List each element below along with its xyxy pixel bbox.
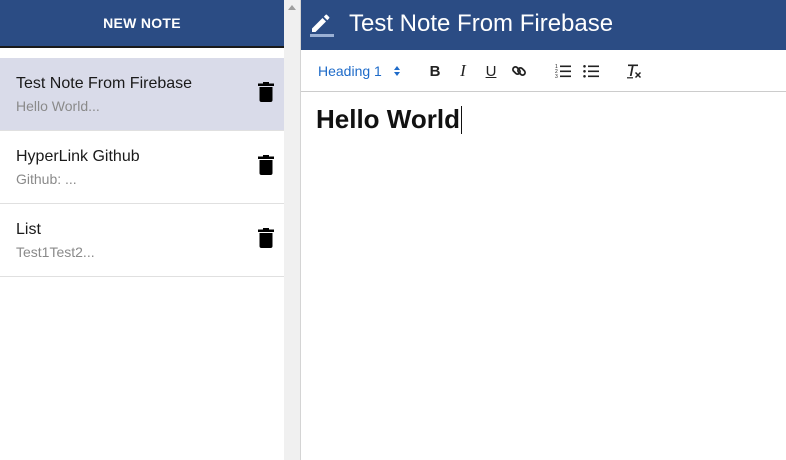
note-preview: Github: ... (16, 171, 77, 187)
note-title: List (16, 221, 41, 238)
underline-button[interactable]: U (482, 62, 500, 80)
bullet-list-icon (583, 65, 599, 78)
note-title: Test Note From Firebase (16, 75, 193, 92)
underline-icon: U (485, 62, 497, 80)
link-icon (512, 66, 526, 76)
scroll-up-arrow-icon[interactable] (288, 5, 296, 10)
sidebar: NEW NOTE Test Note From Firebase Hello W… (0, 0, 284, 460)
new-note-button[interactable]: NEW NOTE (0, 0, 284, 48)
heading-select[interactable]: Heading 1 (318, 63, 382, 79)
link-button[interactable] (510, 62, 528, 80)
heading-select-value: Heading 1 (318, 63, 382, 79)
ordered-list-icon: 1 2 3 (555, 64, 571, 79)
editor-content[interactable]: Hello World (316, 104, 776, 444)
ordered-list-button[interactable]: 1 2 3 (554, 62, 572, 80)
note-preview: Hello World... (16, 98, 100, 114)
bold-icon: B (429, 62, 441, 80)
note-list-item[interactable]: List Test1Test2... (0, 204, 284, 277)
note-list-item[interactable]: HyperLink Github Github: ... (0, 131, 284, 204)
note-title: HyperLink Github (16, 148, 140, 165)
editor-toolbar: Heading 1 B I U 1 2 3 (301, 50, 786, 92)
bullet-list-button[interactable] (582, 62, 600, 80)
note-preview: Test1Test2... (16, 244, 95, 260)
note-title-input[interactable] (349, 8, 769, 40)
trash-icon[interactable] (258, 82, 274, 102)
notes-app: NEW NOTE Test Note From Firebase Hello W… (0, 0, 786, 460)
trash-icon[interactable] (258, 155, 274, 175)
select-arrows-icon[interactable] (393, 65, 401, 77)
note-list: Test Note From Firebase Hello World... H… (0, 58, 284, 277)
clear-format-button[interactable] (625, 62, 643, 80)
clear-format-icon (627, 64, 642, 79)
editor-pane: Heading 1 B I U (301, 0, 786, 460)
pencil-icon (310, 14, 334, 37)
content-heading: Hello World (316, 104, 460, 134)
svg-text:3: 3 (555, 74, 558, 79)
note-list-item[interactable]: Test Note From Firebase Hello World... (0, 58, 284, 131)
text-cursor (460, 106, 462, 134)
italic-button[interactable]: I (454, 61, 472, 80)
sidebar-scrollbar[interactable] (284, 0, 300, 460)
trash-icon[interactable] (258, 228, 274, 248)
title-bar (301, 0, 786, 50)
bold-button[interactable]: B (426, 62, 444, 80)
italic-icon: I (460, 61, 466, 80)
